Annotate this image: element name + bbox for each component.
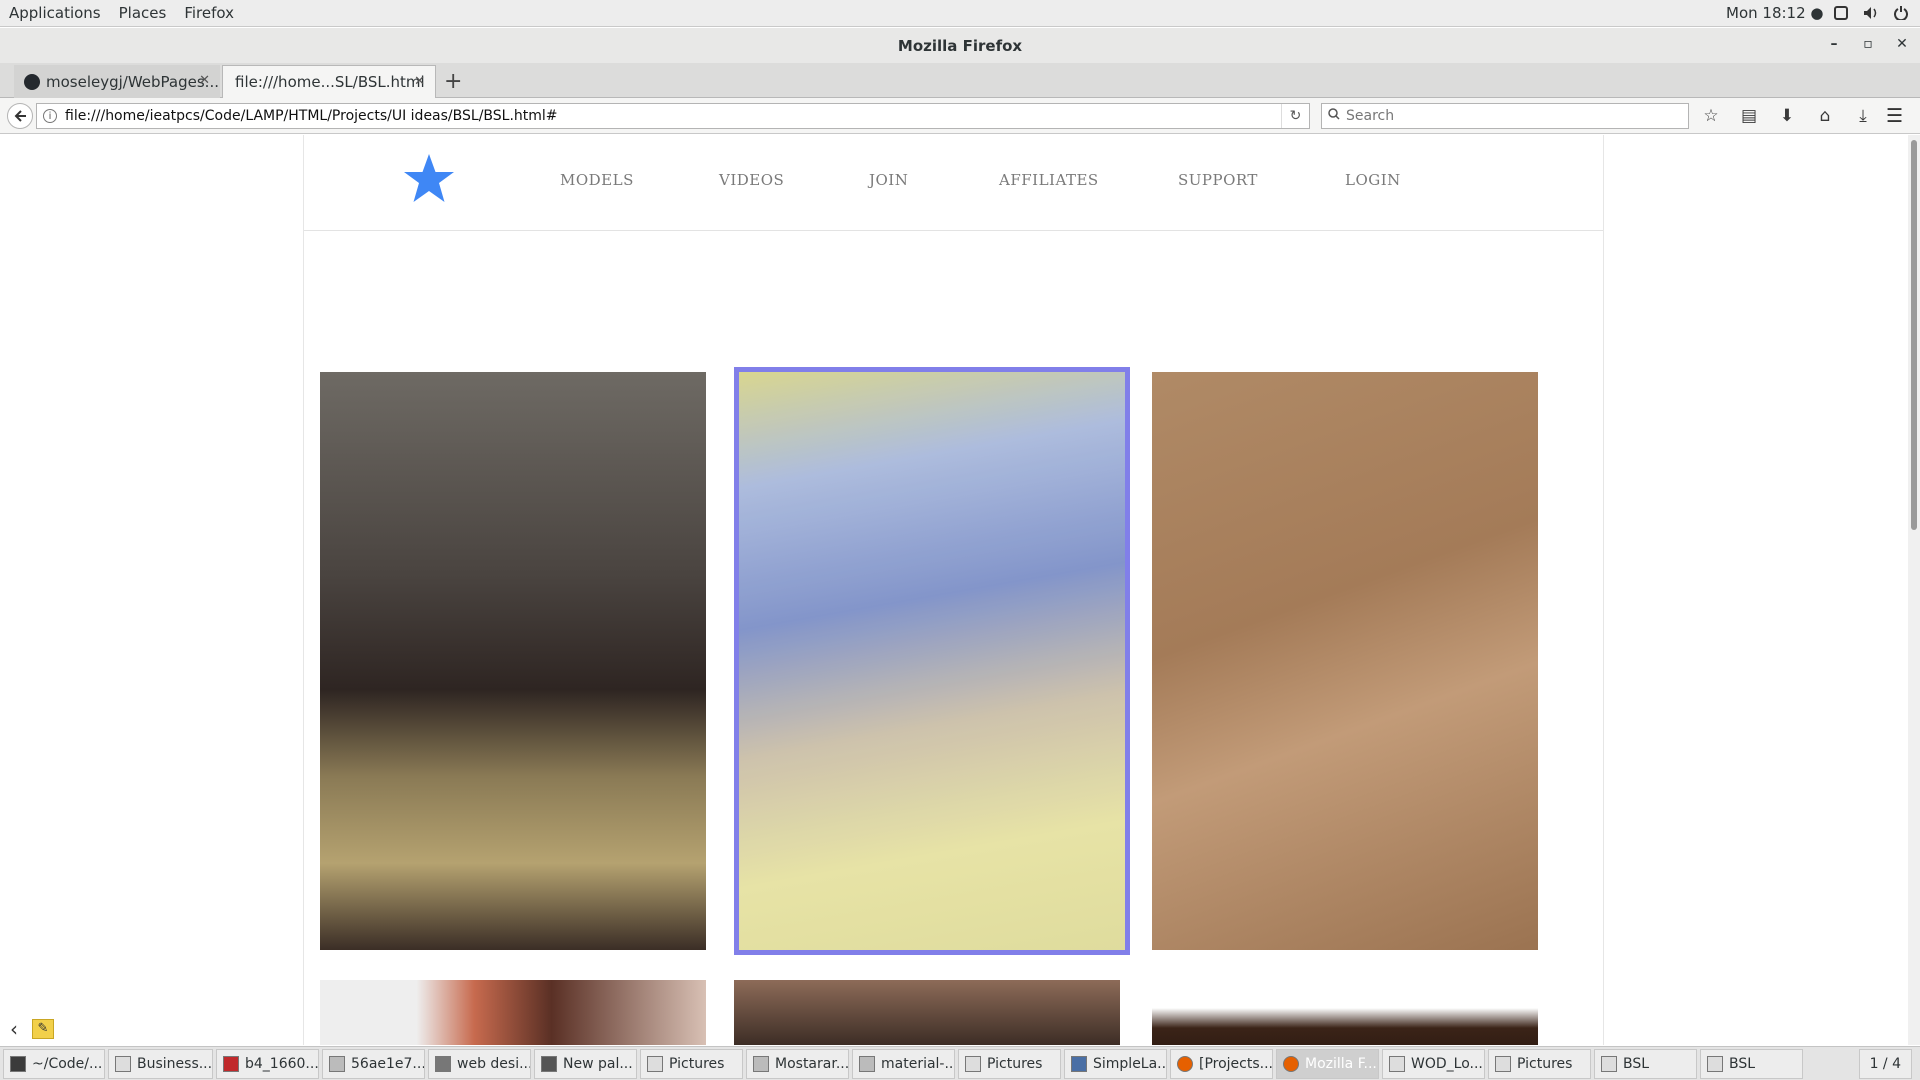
navigation-bar: i file:///home/ieatpcs/Code/LAMP/HTML/Pr…: [0, 98, 1920, 134]
tab-close-icon[interactable]: ✕: [414, 74, 425, 89]
firefox-menu[interactable]: Firefox: [175, 4, 243, 22]
window-icon: [647, 1055, 663, 1072]
taskbar-item[interactable]: WOD_Lo...: [1382, 1048, 1485, 1079]
maximize-icon[interactable]: ▫: [1860, 36, 1876, 52]
taskbar-item[interactable]: Business...: [108, 1048, 213, 1079]
nav-login[interactable]: LOGIN: [1345, 171, 1401, 189]
model-photo[interactable]: [1152, 372, 1538, 950]
nav-support[interactable]: SUPPORT: [1178, 171, 1258, 189]
scrollbar-thumb[interactable]: [1911, 140, 1917, 530]
vertical-scrollbar[interactable]: [1908, 135, 1920, 1045]
nav-join[interactable]: JOIN: [869, 171, 908, 189]
window-title-bar: Mozilla Firefox – ▫ ✕: [0, 28, 1920, 63]
window-icon: [115, 1055, 131, 1072]
tab-github[interactable]: moseleygj/WebPages... ✕: [14, 65, 220, 98]
url-text[interactable]: file:///home/ieatpcs/Code/LAMP/HTML/Proj…: [65, 108, 1281, 124]
taskbar-item[interactable]: BSL: [1594, 1048, 1697, 1079]
nav-videos[interactable]: VIDEOS: [719, 171, 784, 189]
window-icon: [1707, 1055, 1723, 1072]
pocket-download-icon[interactable]: ⬇: [1776, 105, 1798, 127]
taskbar-item[interactable]: web desi...: [428, 1048, 531, 1079]
taskbar-item[interactable]: Pictures: [640, 1048, 743, 1079]
taskbar-item[interactable]: Pictures: [1488, 1048, 1591, 1079]
reading-list-icon[interactable]: ▤: [1738, 105, 1760, 127]
model-photo[interactable]: [320, 372, 706, 950]
window-icon: [1601, 1055, 1617, 1072]
workspace-switcher[interactable]: 1 / 4: [1858, 1049, 1912, 1079]
sticky-note-icon[interactable]: ✎: [32, 1018, 54, 1039]
github-icon: [24, 74, 40, 90]
search-bar[interactable]: Search: [1321, 103, 1689, 129]
bookmark-star-icon[interactable]: ☆: [1700, 105, 1722, 127]
tab-bsl-file[interactable]: file:///home...SL/BSL.html ✕: [222, 65, 436, 98]
close-window-icon[interactable]: ✕: [1894, 36, 1910, 52]
image-viewer-icon: [329, 1055, 345, 1072]
site-header: MODELS VIDEOS JOIN AFFILIATES SUPPORT LO…: [304, 135, 1603, 231]
site-info-icon[interactable]: i: [43, 109, 57, 123]
nav-affiliates[interactable]: AFFILIATES: [999, 171, 1099, 189]
back-button[interactable]: [7, 103, 33, 129]
toolbar-icons: ☆ ▤ ⬇ ⌂ ⤓: [1700, 105, 1874, 127]
terminal-icon: [10, 1055, 26, 1072]
taskbar-item[interactable]: SimpleLa...: [1064, 1048, 1167, 1079]
applications-menu[interactable]: Applications: [0, 4, 110, 22]
site-container: MODELS VIDEOS JOIN AFFILIATES SUPPORT LO…: [303, 135, 1604, 1045]
places-menu[interactable]: Places: [110, 4, 176, 22]
url-bar[interactable]: i file:///home/ieatpcs/Code/LAMP/HTML/Pr…: [36, 103, 1310, 129]
tab-close-icon[interactable]: ✕: [199, 73, 210, 88]
reload-icon[interactable]: ↻: [1281, 104, 1309, 128]
tab-strip: moseleygj/WebPages... ✕ file:///home...S…: [0, 63, 1920, 98]
model-photo-selected[interactable]: [734, 367, 1130, 955]
taskbar-item-active[interactable]: Mozilla F...: [1276, 1048, 1379, 1079]
nav-models[interactable]: MODELS: [560, 171, 634, 189]
window-icon: [1495, 1055, 1511, 1072]
new-tab-button[interactable]: +: [444, 69, 462, 94]
menu-icon[interactable]: ☰: [1886, 105, 1903, 127]
search-icon: [1328, 108, 1340, 124]
downloads-icon[interactable]: ⤓: [1852, 105, 1874, 127]
window-icon: [1389, 1055, 1405, 1072]
firefox-icon: [1177, 1055, 1193, 1072]
bottom-left-widgets: ‹ ✎: [0, 1012, 88, 1045]
chevron-left-icon[interactable]: ‹: [10, 1017, 18, 1041]
taskbar-item[interactable]: Pictures: [958, 1048, 1061, 1079]
home-icon[interactable]: ⌂: [1814, 105, 1836, 127]
tab-label: moseleygj/WebPages...: [46, 72, 219, 91]
gnome-top-bar: Applications Places Firefox Mon 18:12 ●: [0, 0, 1920, 27]
window-title: Mozilla Firefox: [897, 36, 1023, 55]
model-photo[interactable]: [734, 980, 1120, 1045]
window-list-taskbar: ~/Code/... Business... b4_1660... 56ae1e…: [0, 1046, 1920, 1080]
firefox-icon: [1283, 1055, 1299, 1072]
model-photo[interactable]: [320, 980, 706, 1045]
taskbar-item[interactable]: ~/Code/...: [3, 1048, 105, 1079]
clock[interactable]: Mon 18:12 ●: [1726, 4, 1823, 22]
image-viewer-icon: [753, 1055, 769, 1072]
page-viewport: MODELS VIDEOS JOIN AFFILIATES SUPPORT LO…: [0, 135, 1908, 1045]
system-tray: [1832, 4, 1910, 22]
model-photo[interactable]: [1152, 980, 1538, 1045]
minimize-icon[interactable]: –: [1826, 36, 1842, 52]
editor-icon: [1071, 1055, 1087, 1072]
window-switch-icon[interactable]: [1832, 4, 1850, 22]
window-icon: [965, 1055, 981, 1072]
search-placeholder: Search: [1346, 108, 1395, 124]
color-picker-icon: [541, 1055, 557, 1072]
taskbar-item[interactable]: Mostarar...: [746, 1048, 849, 1079]
filezilla-icon: [223, 1055, 239, 1072]
power-icon[interactable]: [1892, 4, 1910, 22]
taskbar-item[interactable]: New pal...: [534, 1048, 637, 1079]
image-viewer-icon: [859, 1055, 875, 1072]
taskbar-item[interactable]: [Projects...: [1170, 1048, 1273, 1079]
volume-icon[interactable]: [1862, 4, 1880, 22]
taskbar-item[interactable]: b4_1660...: [216, 1048, 319, 1079]
taskbar-item[interactable]: BSL: [1700, 1048, 1803, 1079]
star-logo-icon[interactable]: [401, 152, 457, 208]
taskbar-item[interactable]: 56ae1e7...: [322, 1048, 425, 1079]
drawing-icon: [435, 1055, 451, 1072]
tab-label: file:///home...SL/BSL.html: [235, 73, 425, 91]
taskbar-item[interactable]: material-...: [852, 1048, 955, 1079]
